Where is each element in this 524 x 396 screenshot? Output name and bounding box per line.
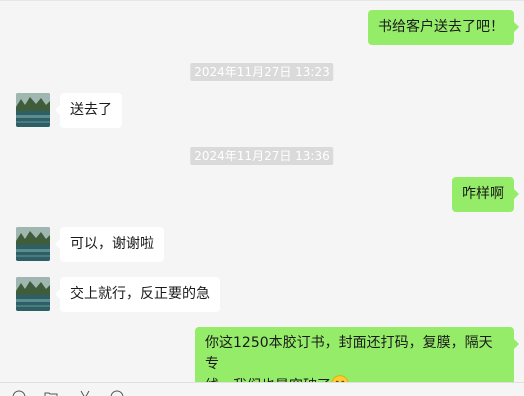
- timestamp: 2024年11月27日 13:36: [190, 147, 334, 165]
- chat-window: 书给客户送去了吧！ 2024年11月27日 13:23 送去了 2024年11月…: [0, 0, 524, 396]
- folder-icon[interactable]: [44, 390, 58, 396]
- message-bubble[interactable]: 咋样啊: [452, 177, 519, 212]
- divider: [0, 0, 524, 1]
- message-outgoing: 咋样啊: [452, 177, 519, 212]
- emoji-icon[interactable]: [12, 390, 26, 396]
- message-text: 可以，谢谢啦: [70, 236, 154, 252]
- message-bubble[interactable]: 送去了: [55, 93, 122, 128]
- message-bubble[interactable]: 可以，谢谢啦: [55, 227, 164, 262]
- input-toolbar: [0, 382, 524, 396]
- timestamp: 2024年11月27日 13:23: [190, 63, 334, 81]
- message-outgoing: 书给客户送去了吧！: [368, 10, 519, 45]
- lake-landscape-avatar[interactable]: [16, 277, 50, 311]
- lake-landscape-avatar[interactable]: [16, 93, 50, 127]
- message-incoming: 交上就行，反正要的急: [16, 277, 220, 312]
- message-text-line: 你这1250本胶订书，封面还打码，复膜，隔天专: [205, 335, 493, 372]
- scissors-icon[interactable]: [78, 390, 92, 396]
- message-incoming: 送去了: [16, 93, 122, 128]
- message-text: 送去了: [70, 102, 112, 118]
- message-text: 咋样啊: [462, 186, 504, 202]
- message-bubble[interactable]: 书给客户送去了吧！: [368, 10, 519, 45]
- lake-landscape-avatar[interactable]: [16, 227, 50, 261]
- message-bubble[interactable]: 交上就行，反正要的急: [55, 277, 220, 312]
- message-incoming: 可以，谢谢啦: [16, 227, 164, 262]
- message-text: 交上就行，反正要的急: [70, 286, 210, 302]
- chat-history-icon[interactable]: [110, 390, 124, 396]
- message-text: 书给客户送去了吧！: [378, 19, 504, 35]
